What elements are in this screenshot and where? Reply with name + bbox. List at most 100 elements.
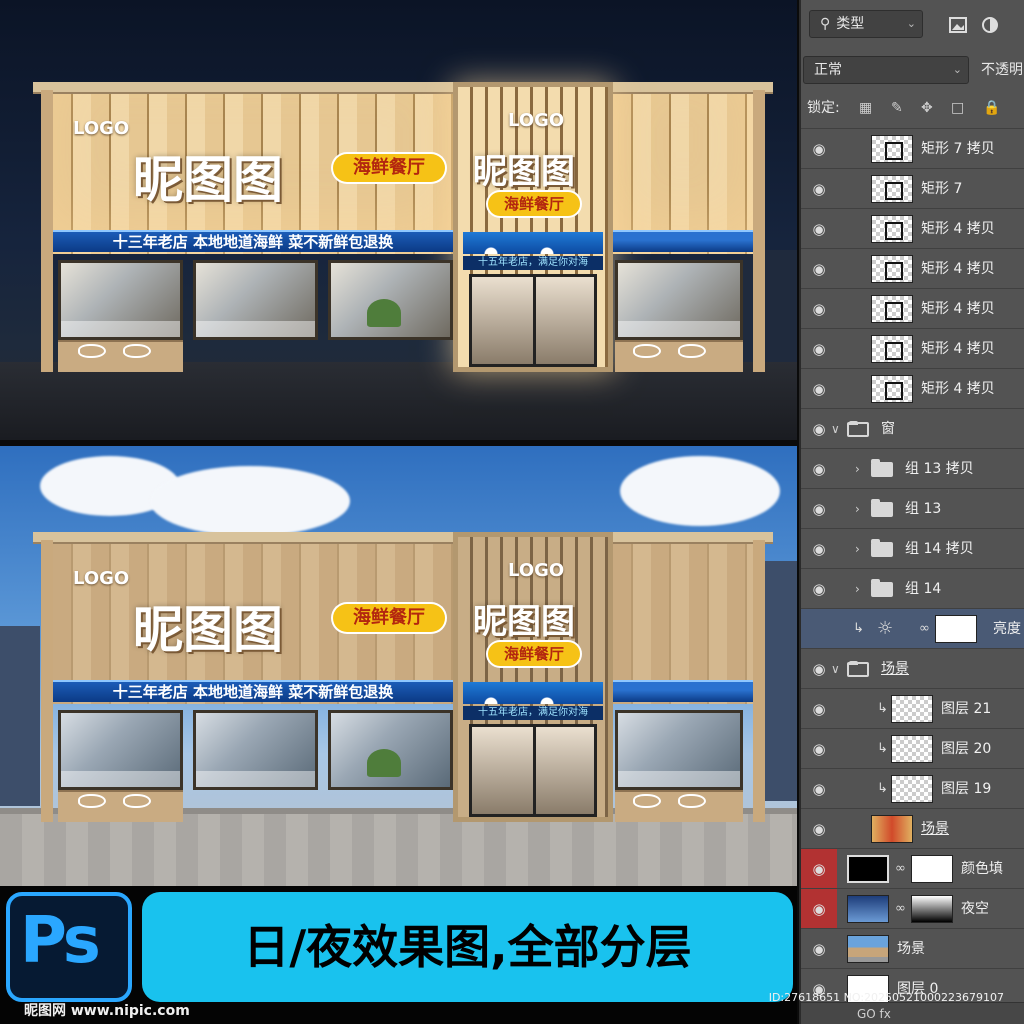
day-storefront-render: LOGO 昵图图 海鲜餐厅 LOGO 昵图图 海鲜餐厅 十三年老店 本地地道海鲜… (0, 446, 797, 886)
lock-artboard-icon[interactable]: □ (951, 92, 964, 124)
eye-icon[interactable]: ◉ (809, 940, 829, 958)
lock-position-icon[interactable]: ✥ (921, 92, 933, 124)
opacity-label: 不透明 (981, 62, 1023, 78)
eye-icon[interactable]: ◉ (809, 740, 829, 758)
wave-graphic (463, 682, 603, 704)
layer-row[interactable]: ◉ 矩形 4 拷贝 (801, 328, 1024, 368)
chevron-right-icon[interactable]: › (855, 529, 860, 569)
layer-filter-dropdown[interactable]: ⚲ 类型 ⌄ (809, 10, 923, 38)
rectangle-shape-icon (871, 175, 913, 203)
clip-arrow-icon: ↳ (877, 701, 888, 716)
layer-row[interactable]: ◉ 矩形 4 拷贝 (801, 208, 1024, 248)
eye-icon[interactable]: ◉ (809, 180, 829, 198)
pillar (753, 90, 765, 372)
shop-window (58, 710, 183, 790)
caption-box: 日/夜效果图,全部分层 (142, 892, 793, 1002)
eye-icon[interactable]: ◉ (809, 900, 829, 918)
watermark: 昵图网 www.nipic.com (24, 1003, 190, 1019)
counter (196, 771, 315, 787)
layer-row[interactable]: ◉ › 组 13 (801, 488, 1024, 528)
base-panel (615, 790, 743, 822)
cloud (620, 456, 780, 526)
eye-icon[interactable]: ◉ (809, 460, 829, 478)
blend-mode-dropdown[interactable]: 正常 ⌄ (803, 56, 969, 84)
chevron-right-icon[interactable]: › (855, 449, 860, 489)
base-panel (58, 790, 183, 822)
wave-banner (613, 230, 753, 252)
eye-icon[interactable]: ◉ (809, 700, 829, 718)
layer-row[interactable]: ◉ 矩形 7 拷贝 (801, 128, 1024, 168)
layer-row[interactable]: ◉ ↳ 图层 19 (801, 768, 1024, 808)
eye-icon[interactable]: ◉ (809, 540, 829, 558)
layer-mask-thumbnail[interactable] (911, 855, 953, 883)
blend-row: 正常 ⌄ 不透明 (801, 52, 1024, 88)
eye-icon[interactable]: ◉ (809, 580, 829, 598)
chevron-right-icon[interactable]: › (855, 489, 860, 529)
layer-row[interactable]: ◉ 矩形 7 (801, 168, 1024, 208)
layer-name: 矩形 4 拷贝 (921, 341, 995, 357)
layer-row[interactable]: ◉ › 组 14 拷贝 (801, 528, 1024, 568)
layer-row[interactable]: ↳ ☼ ∞ 亮度 (801, 608, 1024, 648)
roofline (33, 82, 773, 94)
layer-name: 亮度 (993, 621, 1021, 637)
eye-icon[interactable]: ◉ (809, 660, 829, 678)
clip-arrow-icon: ↳ (853, 621, 864, 636)
eye-icon[interactable]: ◉ (809, 140, 829, 158)
layer-row[interactable]: ◉ ∞ 颜色填 (801, 848, 1024, 889)
layer-thumbnail (847, 895, 889, 923)
seafood-tag-center: 海鲜餐厅 (488, 642, 580, 666)
layer-name: 场景 (897, 941, 925, 957)
shop-window (328, 260, 453, 340)
layer-row[interactable]: ◉ ∨ 窗 (801, 408, 1024, 448)
eye-icon[interactable]: ◉ (809, 340, 829, 358)
layer-name: 组 13 (905, 501, 942, 517)
layer-thumbnail (891, 695, 933, 723)
clip-arrow-icon: ↳ (877, 781, 888, 796)
lock-all-icon[interactable]: 🔒 (983, 92, 1000, 124)
image-filter-icon[interactable] (949, 16, 967, 34)
adjustment-filter-icon[interactable] (981, 16, 999, 34)
layer-row[interactable]: ◉ › 组 14 (801, 568, 1024, 608)
fish-ornament (678, 344, 706, 358)
eye-icon[interactable]: ◉ (809, 420, 829, 438)
caption-bar: Ps 日/夜效果图,全部分层 昵图网 www.nipic.com (0, 886, 797, 1024)
chevron-right-icon[interactable]: › (855, 569, 860, 609)
layer-name: 窗 (881, 421, 895, 437)
layer-mask-thumbnail[interactable] (911, 895, 953, 923)
layer-row[interactable]: ◉ 矩形 4 拷贝 (801, 288, 1024, 328)
bottom-icons[interactable]: GO fx (857, 1003, 891, 1024)
brand-name-center: 昵图图 (473, 152, 575, 192)
lock-paint-icon[interactable]: ✎ (891, 92, 903, 124)
layer-row[interactable]: ◉ ↳ 图层 20 (801, 728, 1024, 768)
chevron-down-icon: ⌄ (952, 63, 962, 76)
folder-open-icon (847, 661, 869, 677)
lock-transparent-icon[interactable]: ▦ (859, 92, 872, 124)
eye-icon[interactable]: ◉ (809, 820, 829, 838)
fish-ornament (633, 794, 661, 808)
eye-icon[interactable]: ◉ (809, 220, 829, 238)
layer-row[interactable]: ◉ 矩形 4 拷贝 (801, 368, 1024, 408)
folder-icon (871, 459, 893, 477)
layer-row[interactable]: ◉ ↳ 图层 21 (801, 688, 1024, 728)
eye-icon[interactable]: ◉ (809, 780, 829, 798)
eye-icon[interactable]: ◉ (809, 380, 829, 398)
eye-icon[interactable]: ◉ (809, 860, 829, 878)
layer-row[interactable]: ◉ 场景 (801, 808, 1024, 848)
layer-row[interactable]: ◉ ∨ 场景 (801, 648, 1024, 688)
layer-row[interactable]: ◉ 矩形 4 拷贝 (801, 248, 1024, 288)
layer-row[interactable]: ◉ › 组 13 拷贝 (801, 448, 1024, 488)
pillar (41, 540, 53, 822)
chevron-down-icon[interactable]: ∨ (831, 649, 840, 689)
chevron-down-icon[interactable]: ∨ (831, 409, 840, 449)
shop-window (193, 260, 318, 340)
layer-mask-thumbnail[interactable] (935, 615, 977, 643)
layer-row[interactable]: ◉ 场景 (801, 928, 1024, 968)
rectangle-shape-icon (871, 335, 913, 363)
layer-row[interactable]: ◉ ∞ 夜空 (801, 888, 1024, 929)
fish-ornament (123, 344, 151, 358)
eye-icon[interactable]: ◉ (809, 260, 829, 278)
eye-icon[interactable]: ◉ (809, 500, 829, 518)
folder-icon (871, 579, 893, 597)
eye-icon[interactable]: ◉ (809, 300, 829, 318)
layers-bottom-bar: GO fx (801, 1002, 1024, 1024)
